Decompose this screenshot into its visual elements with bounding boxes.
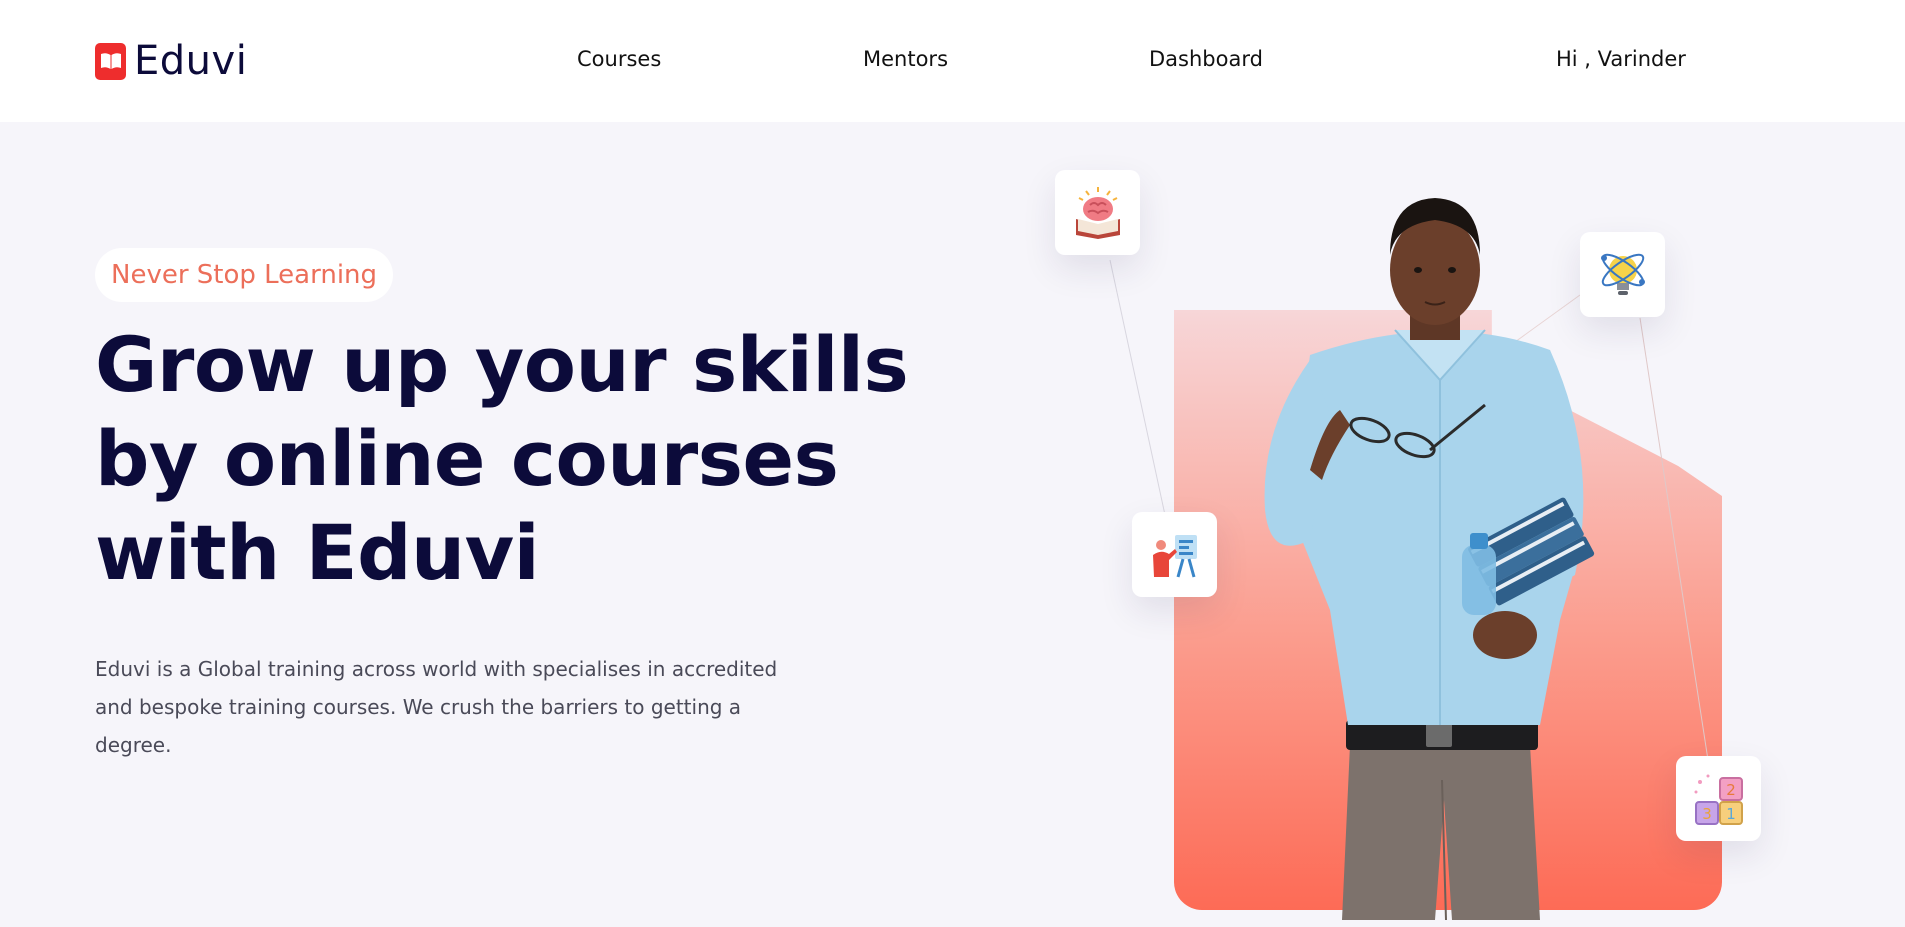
lightbulb-atom-icon: [1600, 253, 1645, 295]
svg-text:3: 3: [1702, 805, 1712, 823]
user-greeting[interactable]: Hi , Varinder: [1556, 47, 1686, 71]
nav-link-courses[interactable]: Courses: [577, 47, 661, 71]
headline-line-2: by online courses: [95, 414, 839, 503]
brain-book-card: [1055, 170, 1140, 255]
lightbulb-card: [1580, 232, 1665, 317]
svg-text:1: 1: [1726, 805, 1736, 823]
teacher-board-card: [1132, 512, 1217, 597]
brand-name: Eduvi: [134, 38, 248, 84]
hero-description: Eduvi is a Global training across world …: [95, 657, 778, 757]
svg-text:2: 2: [1726, 781, 1736, 799]
headline-line-3: with Eduvi: [95, 508, 540, 597]
nav-link-mentors[interactable]: Mentors: [863, 47, 948, 71]
logo[interactable]: Eduvi: [95, 38, 247, 84]
number-blocks-icon: 2 3 1: [1694, 774, 1743, 825]
headline-line-1: Grow up your skills: [95, 320, 909, 409]
brain-book-icon: [1075, 186, 1120, 239]
number-blocks-card: 2 3 1: [1676, 756, 1761, 841]
hero-badge: Never Stop Learning: [95, 248, 394, 302]
hero-visual: 2 3 1: [1040, 160, 1820, 920]
hero-headline: Grow up your skills by online courses wi…: [95, 318, 995, 600]
open-book-icon: [95, 42, 126, 80]
teacher-board-icon: [1152, 534, 1197, 577]
nav-link-dashboard[interactable]: Dashboard: [1149, 47, 1263, 71]
navbar: Eduvi Courses Mentors Dashboard Hi , Var…: [0, 0, 1905, 122]
